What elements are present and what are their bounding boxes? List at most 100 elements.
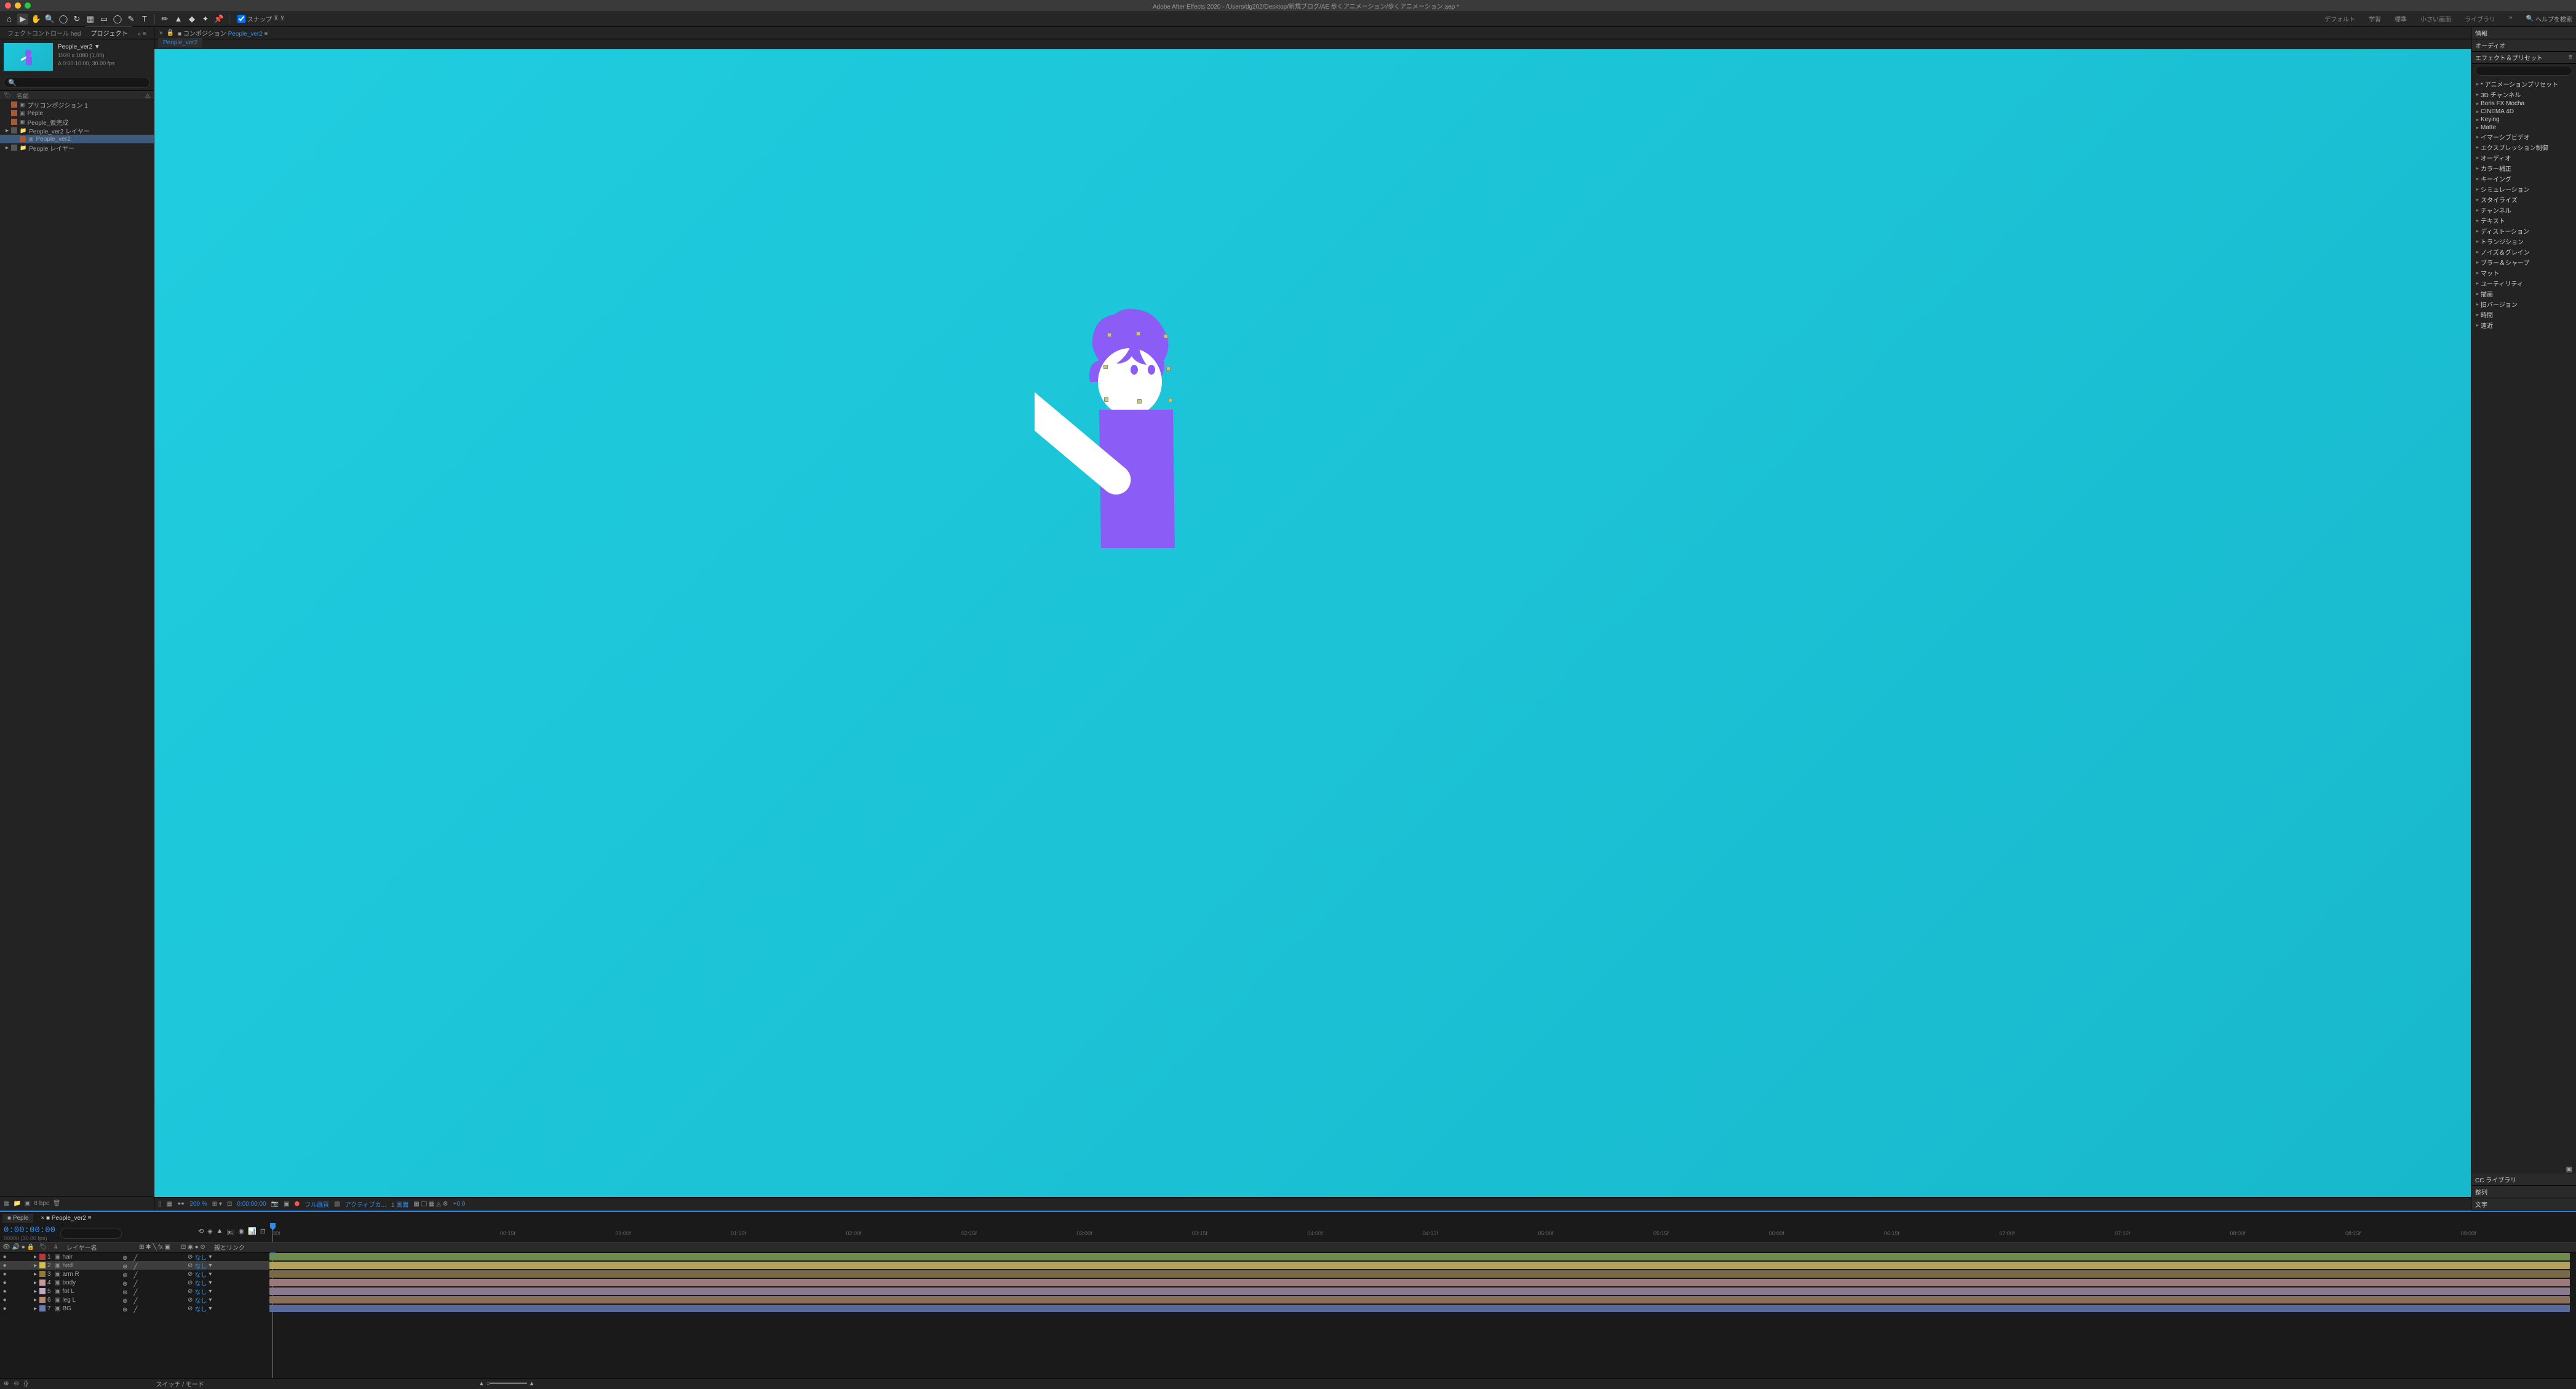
effect-category[interactable]: マット	[2471, 268, 2576, 278]
tl-tab-peple[interactable]: ■ Peple	[2, 1214, 33, 1223]
bpc-button[interactable]: 8 bpc	[34, 1200, 49, 1207]
channel-icon[interactable]: ⬢	[295, 1201, 300, 1208]
audio-panel-header[interactable]: オーディオ	[2471, 39, 2576, 52]
project-item[interactable]: ▣Peple	[0, 109, 154, 117]
layer-row[interactable]: ●▸1▣ hair⊕ ╱⊘ なし ▾	[0, 1252, 269, 1261]
ws-learn[interactable]: 学習	[2363, 12, 2387, 25]
layer-bar[interactable]	[269, 1296, 2570, 1303]
trash-icon[interactable]: 🗑	[53, 1200, 61, 1207]
zoom-tool[interactable]: 🔍	[44, 14, 55, 25]
cc-panel-header[interactable]: CC ライブラリ	[2471, 1174, 2576, 1186]
project-item[interactable]: ▣People_ver2	[0, 135, 154, 143]
snapshot-icon[interactable]: 📷	[271, 1201, 279, 1208]
ws-default[interactable]: デフォルト	[2318, 12, 2361, 25]
show-snapshot-icon[interactable]: ▣	[284, 1201, 289, 1208]
effect-category[interactable]: 遠近	[2471, 320, 2576, 330]
effect-category[interactable]: 時間	[2471, 309, 2576, 320]
tl-icon5[interactable]: ◉	[238, 1227, 244, 1239]
eraser-tool[interactable]: ◆	[186, 14, 197, 25]
camera-dropdown[interactable]: アクティブカ...	[345, 1200, 386, 1209]
layer-bar[interactable]	[269, 1279, 2570, 1286]
roto-tool[interactable]: ✦	[200, 14, 211, 25]
ws-standard[interactable]: 標準	[2388, 12, 2413, 25]
magnify-icon[interactable]: ▯	[158, 1201, 162, 1208]
tl-footer-icon1[interactable]: ⊕	[4, 1380, 9, 1387]
effect-category[interactable]: スタイライズ	[2471, 194, 2576, 205]
effect-category[interactable]: Boris FX Mocha	[2471, 100, 2576, 108]
exposure[interactable]: +0.0	[453, 1201, 466, 1208]
snap-checkbox[interactable]	[237, 15, 245, 23]
snap-option-icon[interactable]: ⊼	[274, 15, 278, 22]
layer-bar[interactable]	[269, 1270, 2570, 1278]
effect-category[interactable]: CINEMA 4D	[2471, 108, 2576, 116]
ws-library[interactable]: ライブラリ	[2459, 12, 2502, 25]
puppet-tool[interactable]: 📌	[213, 14, 225, 25]
effect-category[interactable]: エクスプレッション制御	[2471, 142, 2576, 153]
help-search[interactable]: 🔍 ヘルプを検索	[2526, 14, 2572, 23]
effects-search[interactable]	[2475, 66, 2572, 76]
tl-graph-icon[interactable]: 📊	[248, 1227, 256, 1239]
name-column[interactable]: 名前	[17, 91, 29, 100]
hand-tool[interactable]: ✋	[31, 14, 42, 25]
tl-tab-people-ver2[interactable]: × ■ People_ver2 ≡	[36, 1214, 96, 1223]
effect-category[interactable]: トランジション	[2471, 236, 2576, 247]
column-icon[interactable]: ◬	[145, 92, 150, 99]
tl-icon7[interactable]: ⊡	[260, 1227, 266, 1239]
zoom-slider[interactable]: ▲ ○━━━━━━━━━━ ▲	[479, 1380, 535, 1387]
effect-category[interactable]: 描画	[2471, 289, 2576, 299]
tl-icon2[interactable]: ◈	[207, 1227, 212, 1239]
switch-mode[interactable]: スイッチ / モード	[156, 1379, 204, 1388]
guides-icon[interactable]: ⊡	[227, 1201, 232, 1208]
layer-row[interactable]: ●▸4▣ body⊕ ╱⊘ なし ▾	[0, 1278, 269, 1287]
effects-panel-header[interactable]: エフェクト＆プリセット≡	[2471, 52, 2576, 64]
project-item[interactable]: ▸📁People レイヤー	[0, 143, 154, 152]
interpret-icon[interactable]: ▦	[4, 1200, 9, 1207]
pan-behind-tool[interactable]: ▦	[85, 14, 96, 25]
effect-category[interactable]: ブラー＆シャープ	[2471, 257, 2576, 268]
effect-category[interactable]: イマーシブビデオ	[2471, 132, 2576, 142]
effect-category[interactable]: テキスト	[2471, 215, 2576, 226]
comp-name[interactable]: People_ver2 ▼	[58, 43, 115, 52]
view-dropdown[interactable]: 1 画面	[391, 1200, 408, 1209]
layer-row[interactable]: ●▸6▣ leg L⊕ ╱⊘ なし ▾	[0, 1295, 269, 1304]
effect-category[interactable]: キーイング	[2471, 173, 2576, 184]
tl-icon1[interactable]: ⟲	[198, 1227, 204, 1239]
effect-category[interactable]: Matte	[2471, 124, 2576, 132]
effect-category[interactable]: ディストーション	[2471, 226, 2576, 236]
home-icon[interactable]: ⌂	[4, 14, 15, 25]
orbit-tool[interactable]: ◯	[58, 14, 69, 25]
rect-tool[interactable]: ▭	[98, 14, 109, 25]
new-button[interactable]: ▣	[2471, 1165, 2576, 1174]
effect-category[interactable]: ユーティリティ	[2471, 278, 2576, 289]
tl-shy-icon[interactable]: ▲	[217, 1227, 223, 1239]
tl-footer-icon2[interactable]: ⊖	[14, 1380, 18, 1387]
ws-more[interactable]: »	[2503, 12, 2519, 25]
zoom-dropdown[interactable]: 200 %	[189, 1201, 207, 1208]
minimize-window[interactable]	[15, 2, 21, 9]
layer-bar[interactable]	[269, 1305, 2570, 1312]
lock-icon[interactable]: 🔒	[167, 30, 174, 36]
time-display[interactable]: 0:00:00:00	[237, 1201, 266, 1208]
ellipse-tool[interactable]: ◯	[112, 14, 123, 25]
project-item[interactable]: ▣プリコンポジション 1	[0, 100, 154, 109]
maximize-window[interactable]	[25, 2, 31, 9]
layer-row[interactable]: ●▸2▣ hed⊕ ╱⊘ なし ▾	[0, 1261, 269, 1270]
effect-category[interactable]: カラー補正	[2471, 163, 2576, 173]
layer-bar[interactable]	[269, 1253, 2570, 1260]
folder-button[interactable]: 📁	[13, 1200, 20, 1207]
selection-tool[interactable]: ▶	[17, 14, 28, 25]
effect-category[interactable]: 旧バージョン	[2471, 299, 2576, 309]
align-panel-header[interactable]: 整列	[2471, 1186, 2576, 1198]
comp-button[interactable]: ▣	[25, 1200, 30, 1207]
layer-row[interactable]: ●▸7▣ BG⊕ ╱⊘ なし ▾	[0, 1304, 269, 1313]
rotate-tool[interactable]: ↻	[71, 14, 82, 25]
clone-tool[interactable]: ▲	[173, 14, 184, 25]
effect-category[interactable]: オーディオ	[2471, 153, 2576, 163]
pen-tool[interactable]: ✎	[125, 14, 137, 25]
effect-category[interactable]: シミュレーション	[2471, 184, 2576, 194]
tag-icon[interactable]: 🏷	[4, 92, 12, 99]
tl-footer-icon3[interactable]: {}	[24, 1380, 28, 1387]
grid-icon[interactable]: ▦	[167, 1201, 172, 1208]
tl-icon4[interactable]: 🖭	[227, 1227, 235, 1239]
res-icon[interactable]: ⊞ ▾	[212, 1201, 222, 1208]
